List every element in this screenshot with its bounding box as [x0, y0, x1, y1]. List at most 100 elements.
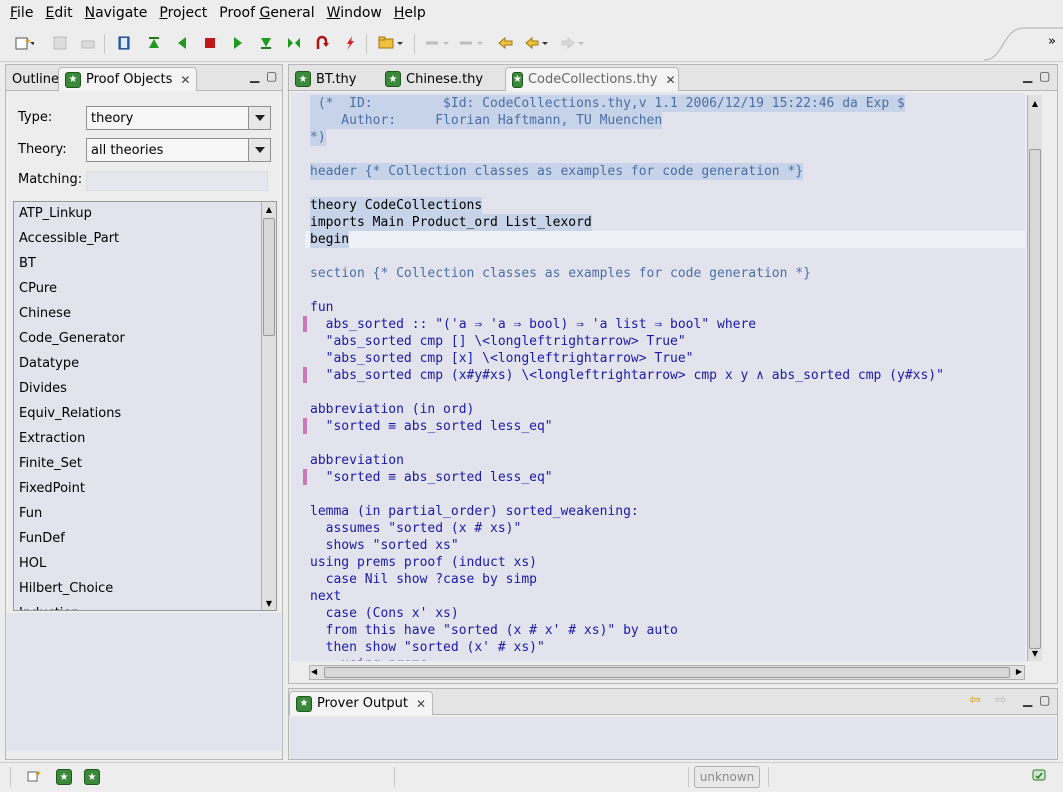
scroll-down-icon[interactable]: ▼: [263, 597, 275, 609]
forward-arrow-icon[interactable]: ⇨: [995, 692, 1007, 708]
code-line: imports Main Product_ord List_lexord: [310, 214, 592, 231]
progress-icon[interactable]: [1030, 767, 1050, 785]
next-annotation-icon[interactable]: [424, 34, 452, 52]
forward-icon[interactable]: [560, 34, 588, 52]
open-folder-icon[interactable]: [378, 34, 406, 52]
scroll-up-icon[interactable]: ▲: [263, 203, 275, 215]
close-icon[interactable]: ✕: [180, 73, 190, 87]
list-scrollbar[interactable]: ▲ ▼: [261, 202, 276, 610]
dropdown-arrow-icon[interactable]: [248, 107, 270, 129]
list-item[interactable]: FixedPoint: [19, 481, 85, 496]
code-line: header {* Collection classes as examples…: [310, 163, 804, 180]
proof-general-icon: ★: [512, 71, 523, 88]
menu-proof-general[interactable]: Proof General: [213, 1, 320, 25]
editor-vertical-scrollbar[interactable]: ▲ ▼: [1027, 95, 1042, 661]
minimize-icon[interactable]: ▁: [1023, 693, 1032, 707]
matching-input[interactable]: [86, 171, 268, 191]
type-select[interactable]: theory: [86, 106, 271, 130]
list-item[interactable]: HOL: [19, 556, 46, 571]
list-item[interactable]: ATP_Linkup: [19, 206, 92, 221]
goto-start-icon[interactable]: [144, 34, 164, 52]
annotation-marker[interactable]: [303, 316, 307, 332]
list-item[interactable]: Datatype: [19, 356, 79, 371]
print-icon[interactable]: [78, 34, 98, 52]
prover-status-button[interactable]: unknown: [694, 766, 760, 788]
list-item[interactable]: Hilbert_Choice: [19, 581, 113, 596]
list-item[interactable]: Extraction: [19, 431, 85, 446]
minimize-icon[interactable]: ▁: [1023, 69, 1032, 83]
fast-view-icon[interactable]: ✦: [24, 767, 44, 785]
prover-output-text: [290, 717, 1056, 759]
save-icon[interactable]: [50, 34, 70, 52]
interrupt-icon[interactable]: [340, 34, 360, 52]
menu-file[interactable]: File: [4, 1, 39, 25]
proof-general-icon[interactable]: ★: [56, 769, 72, 785]
menu-help[interactable]: Help: [388, 1, 432, 25]
goto-cursor-icon[interactable]: [284, 34, 304, 52]
undo-step-icon[interactable]: [172, 34, 192, 52]
editor-hscroll-thumb[interactable]: [324, 667, 1010, 678]
close-icon[interactable]: ✕: [666, 73, 676, 87]
goto-end-icon[interactable]: [256, 34, 276, 52]
code-line: "sorted ≡ abs_sorted less_eq": [310, 419, 553, 434]
menu-navigate[interactable]: Navigate: [79, 1, 154, 25]
proof-general-icon: ★: [295, 71, 311, 87]
list-item[interactable]: Finite_Set: [19, 456, 82, 471]
annotation-marker[interactable]: [303, 469, 307, 485]
new-wizard-icon[interactable]: ✦: [14, 34, 34, 52]
properties-area: [7, 613, 281, 751]
back-arrow-icon[interactable]: ⇦: [969, 692, 981, 708]
tab-codecollections-thy[interactable]: ★ CodeCollections.thy ✕: [505, 67, 679, 91]
list-item[interactable]: Divides: [19, 381, 67, 396]
scroll-up-icon[interactable]: ▲: [1029, 97, 1041, 109]
list-item[interactable]: Accessible_Part: [19, 231, 119, 246]
annotation-marker[interactable]: [303, 367, 307, 383]
code-line: "sorted ≡ abs_sorted less_eq": [310, 470, 553, 485]
proof-general-icon[interactable]: ★: [84, 769, 100, 785]
code-editor[interactable]: (* ID: $Id: CodeCollections.thy,v 1.1 20…: [291, 93, 1025, 661]
list-item[interactable]: FunDef: [19, 531, 65, 546]
list-item[interactable]: Induction: [19, 606, 80, 610]
editor-scroll-thumb[interactable]: [1029, 149, 1041, 649]
next-step-icon[interactable]: [228, 34, 248, 52]
menu-window[interactable]: Window: [321, 1, 388, 25]
annotation-marker[interactable]: [303, 418, 307, 434]
scroll-left-icon[interactable]: ◀: [311, 667, 317, 676]
maximize-icon[interactable]: ▢: [1039, 693, 1050, 707]
restart-icon[interactable]: [312, 34, 332, 52]
list-item[interactable]: Code_Generator: [19, 331, 125, 346]
chevron-right-icon[interactable]: »: [1042, 32, 1062, 50]
maximize-icon[interactable]: ▢: [1039, 69, 1050, 83]
menu-project[interactable]: Project: [153, 1, 213, 25]
prev-annotation-icon[interactable]: [458, 34, 486, 52]
book-icon[interactable]: [115, 34, 135, 52]
tab-bt-thy[interactable]: ★ BT.thy: [289, 67, 379, 91]
tab-prover-output[interactable]: ★ Prover Output ✕: [289, 691, 434, 715]
current-line-highlight: [305, 231, 1025, 248]
list-item[interactable]: Equiv_Relations: [19, 406, 121, 421]
back-icon[interactable]: [524, 34, 552, 52]
tab-proof-objects[interactable]: ★ Proof Objects ✕: [58, 67, 198, 91]
list-item[interactable]: BT: [19, 256, 36, 271]
code-line: *): [310, 129, 326, 146]
maximize-icon[interactable]: ▢: [266, 69, 277, 83]
close-icon[interactable]: ✕: [416, 697, 426, 711]
list-item[interactable]: Chinese: [19, 306, 71, 321]
status-bar: ✦ ★ ★ unknown: [0, 762, 1063, 792]
type-select-value: theory: [91, 110, 134, 126]
minimize-icon[interactable]: ▁: [250, 69, 259, 83]
svg-text:✦: ✦: [35, 769, 42, 778]
scroll-down-icon[interactable]: ▼: [1029, 647, 1041, 659]
list-item[interactable]: Fun: [19, 506, 42, 521]
scroll-right-icon[interactable]: ▶: [1016, 667, 1022, 676]
tab-outline[interactable]: Outline: [6, 67, 65, 91]
stop-icon[interactable]: [200, 34, 220, 52]
dropdown-arrow-icon[interactable]: [248, 139, 270, 161]
theory-select[interactable]: all theories: [86, 138, 271, 162]
editor-horizontal-scrollbar[interactable]: ◀ ▶: [309, 665, 1025, 680]
last-edit-icon[interactable]: [496, 34, 516, 52]
list-item[interactable]: CPure: [19, 281, 57, 296]
menu-edit[interactable]: Edit: [39, 1, 78, 25]
tab-chinese-thy[interactable]: ★ Chinese.thy: [379, 67, 505, 91]
list-scroll-thumb[interactable]: [263, 218, 275, 336]
